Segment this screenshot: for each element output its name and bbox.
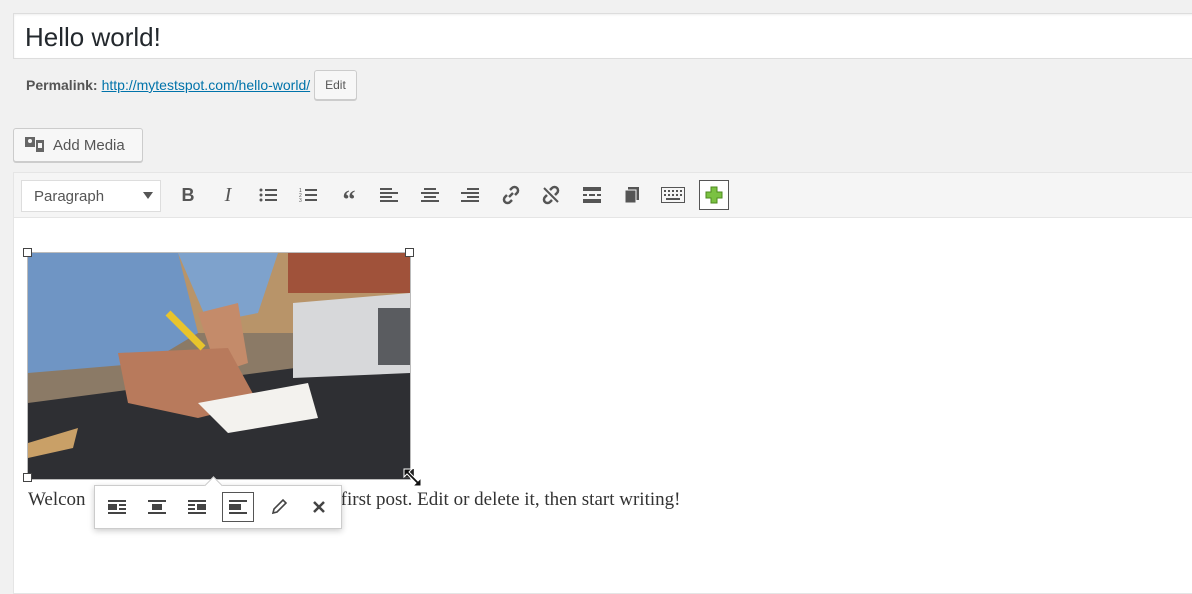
numbered-list-icon: 1 2 3	[299, 188, 317, 203]
read-more-button[interactable]	[577, 180, 607, 210]
permalink-label: Permalink:	[26, 77, 98, 93]
numbered-list-button[interactable]: 1 2 3	[293, 180, 323, 210]
image-align-none-button[interactable]	[222, 492, 254, 522]
close-icon	[313, 501, 325, 513]
svg-text:3: 3	[299, 198, 302, 203]
italic-button[interactable]: I	[213, 180, 243, 210]
format-select-value: Paragraph	[34, 187, 105, 205]
image-align-center-button[interactable]	[141, 492, 173, 522]
paragraph-start: Welcon	[28, 489, 86, 510]
resize-handle-top-right[interactable]	[405, 248, 414, 257]
copy-icon	[624, 187, 639, 204]
italic-icon: I	[224, 183, 232, 206]
align-left-icon	[380, 188, 398, 202]
permalink-link[interactable]: http://mytestspot.com/hello-world/	[102, 77, 311, 93]
image-align-center-icon	[148, 500, 166, 514]
bulleted-list-button[interactable]	[253, 180, 283, 210]
image-edit-button[interactable]	[263, 492, 295, 522]
resize-handle-top-left[interactable]	[23, 248, 32, 257]
blockquote-button[interactable]: “	[334, 180, 364, 214]
post-image-graphic	[28, 253, 410, 479]
paragraph-end: r first post. Edit or delete it, then st…	[329, 489, 681, 510]
keyboard-shortcuts-button[interactable]	[658, 180, 688, 210]
add-media-icon	[24, 136, 46, 154]
image-toolbar	[94, 476, 342, 529]
keyboard-icon	[661, 187, 685, 203]
permalink-edit-button[interactable]: Edit	[314, 70, 357, 100]
pencil-icon	[271, 498, 288, 515]
align-right-button[interactable]	[455, 180, 485, 210]
add-media-label: Add Media	[53, 136, 125, 154]
align-left-button[interactable]	[374, 180, 404, 210]
blockquote-icon: “	[342, 185, 356, 214]
permalink-row: Permalink: http://mytestspot.com/hello-w…	[26, 70, 357, 100]
add-button[interactable]	[699, 180, 729, 210]
bold-icon: B	[181, 184, 195, 205]
bold-button[interactable]: B	[173, 180, 203, 210]
toolbar-toggle-button[interactable]	[617, 180, 647, 210]
image-align-left-icon	[108, 500, 126, 514]
resize-cursor-icon	[403, 468, 422, 487]
title-field[interactable]: Hello world!	[13, 13, 1192, 59]
image-align-left-button[interactable]	[101, 492, 133, 522]
align-center-icon	[421, 188, 439, 202]
content-editor: Paragraph B I 1 2 3 “ Welcon r first pos…	[13, 172, 1192, 594]
post-image[interactable]	[27, 252, 411, 480]
image-align-none-icon	[229, 500, 247, 514]
format-select[interactable]: Paragraph	[21, 180, 161, 212]
link-icon	[502, 185, 520, 205]
bulleted-list-icon	[259, 188, 277, 202]
insert-link-button[interactable]	[496, 180, 526, 210]
editor-content[interactable]: Welcon r first post. Edit or delete it, t…	[14, 217, 1192, 593]
image-remove-button[interactable]	[303, 492, 335, 522]
chevron-down-icon	[143, 192, 153, 199]
editor-toolbar: Paragraph B I 1 2 3 “	[14, 173, 1192, 218]
align-center-button[interactable]	[415, 180, 445, 210]
add-media-button[interactable]: Add Media	[13, 128, 143, 162]
post-title[interactable]: Hello world!	[25, 22, 161, 52]
resize-handle-bottom-left[interactable]	[23, 473, 32, 482]
read-more-icon	[583, 187, 601, 203]
remove-link-button[interactable]	[536, 180, 566, 210]
unlink-icon	[542, 185, 560, 205]
plus-icon	[705, 186, 723, 204]
align-right-icon	[461, 188, 479, 202]
image-align-right-icon	[188, 500, 206, 514]
image-align-right-button[interactable]	[181, 492, 213, 522]
